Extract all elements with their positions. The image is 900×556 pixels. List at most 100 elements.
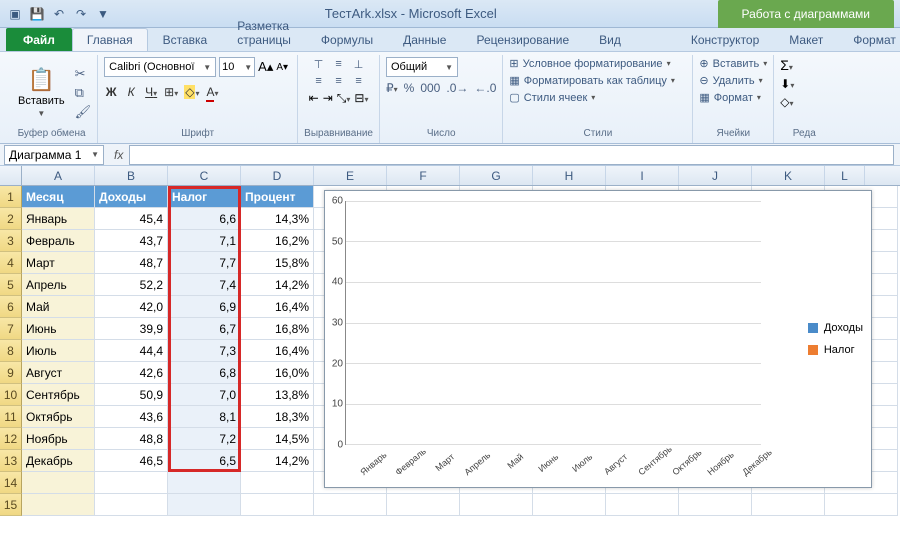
cell[interactable]: 43,6 (95, 406, 168, 428)
fx-icon[interactable]: fx (108, 148, 129, 162)
cell[interactable] (168, 472, 241, 494)
cell[interactable]: 16,0% (241, 362, 314, 384)
col-header[interactable]: A (22, 166, 95, 185)
cell[interactable]: 7,2 (168, 428, 241, 450)
cell[interactable] (95, 472, 168, 494)
col-header[interactable]: D (241, 166, 314, 185)
cell[interactable]: 7,0 (168, 384, 241, 406)
row-header[interactable]: 4 (0, 252, 22, 274)
tab-chart-design[interactable]: Конструктор (676, 28, 774, 51)
embedded-chart[interactable]: ЯнварьФевральМартАпрельМайИюньИюльАвгуст… (324, 190, 872, 488)
cell[interactable]: 16,4% (241, 340, 314, 362)
cell[interactable]: 15,8% (241, 252, 314, 274)
clear-icon[interactable]: ◇▾ (780, 95, 793, 109)
cell[interactable]: 42,6 (95, 362, 168, 384)
row-header[interactable]: 10 (0, 384, 22, 406)
underline-button[interactable]: Ч▾ (144, 85, 158, 99)
tab-view[interactable]: Вид (584, 28, 636, 51)
cut-icon[interactable]: ✂ (75, 66, 92, 82)
row-header[interactable]: 7 (0, 318, 22, 340)
cell[interactable]: 52,2 (95, 274, 168, 296)
save-icon[interactable]: 💾 (28, 5, 46, 23)
cell[interactable]: Август (22, 362, 95, 384)
cell[interactable]: 18,3% (241, 406, 314, 428)
cell[interactable]: 7,4 (168, 274, 241, 296)
cell[interactable]: 45,4 (95, 208, 168, 230)
cell[interactable]: 14,2% (241, 274, 314, 296)
cell[interactable]: Доходы (95, 186, 168, 208)
row-header[interactable]: 3 (0, 230, 22, 252)
cell[interactable]: Январь (22, 208, 95, 230)
cell[interactable]: 44,4 (95, 340, 168, 362)
comma-icon[interactable]: 000 (420, 81, 440, 95)
cell[interactable]: 50,9 (95, 384, 168, 406)
align-center-icon[interactable]: ≡ (330, 74, 348, 88)
row-header[interactable]: 8 (0, 340, 22, 362)
increase-indent-icon[interactable]: ⇥ (323, 91, 333, 106)
tab-file[interactable]: Файл (6, 28, 72, 51)
tab-review[interactable]: Рецензирование (461, 28, 584, 51)
increase-font-icon[interactable]: A▴ (258, 59, 273, 75)
cell[interactable]: 48,8 (95, 428, 168, 450)
tab-page-layout[interactable]: Разметка страницы (222, 14, 306, 51)
format-cells-button[interactable]: ▦Формат▾ (699, 91, 761, 104)
insert-cells-button[interactable]: ⊕Вставить▾ (699, 57, 767, 70)
tab-chart-format[interactable]: Формат (838, 28, 900, 51)
border-button[interactable]: ⊞▾ (164, 85, 178, 99)
font-name-selector[interactable]: Calibri (Основної▼ (104, 57, 216, 77)
cell[interactable]: 6,7 (168, 318, 241, 340)
col-header[interactable]: E (314, 166, 387, 185)
row-header[interactable]: 2 (0, 208, 22, 230)
cell[interactable] (22, 472, 95, 494)
cell[interactable]: 16,4% (241, 296, 314, 318)
row-header[interactable]: 9 (0, 362, 22, 384)
tab-insert[interactable]: Вставка (148, 28, 223, 51)
increase-decimal-icon[interactable]: .0→ (446, 81, 468, 95)
qat-dropdown-icon[interactable]: ▼ (94, 5, 112, 23)
copy-icon[interactable]: ⧉ (75, 85, 92, 101)
font-color-button[interactable]: A▾ (205, 85, 219, 99)
cell[interactable]: 16,2% (241, 230, 314, 252)
cell[interactable]: 6,6 (168, 208, 241, 230)
cell[interactable] (22, 494, 95, 516)
decrease-indent-icon[interactable]: ⇤ (309, 91, 319, 106)
tab-chart-layout[interactable]: Макет (774, 28, 838, 51)
row-header[interactable]: 12 (0, 428, 22, 450)
row-header[interactable]: 13 (0, 450, 22, 472)
align-left-icon[interactable]: ≡ (310, 74, 328, 88)
tab-formulas[interactable]: Формулы (306, 28, 388, 51)
cell[interactable]: 14,2% (241, 450, 314, 472)
cell[interactable]: Апрель (22, 274, 95, 296)
col-header[interactable]: C (168, 166, 241, 185)
select-all-box[interactable] (0, 166, 22, 185)
font-size-selector[interactable]: 10▼ (219, 57, 255, 77)
cell[interactable]: 6,8 (168, 362, 241, 384)
paste-dropdown-icon[interactable]: ▼ (37, 109, 45, 118)
orientation-icon[interactable]: ⤡▾ (337, 91, 351, 106)
col-header[interactable]: F (387, 166, 460, 185)
cell[interactable]: Октябрь (22, 406, 95, 428)
redo-icon[interactable]: ↷ (72, 5, 90, 23)
cell[interactable]: Месяц (22, 186, 95, 208)
fill-color-button[interactable]: ◇▾ (184, 85, 199, 99)
row-header[interactable]: 6 (0, 296, 22, 318)
row-header[interactable]: 1 (0, 186, 22, 208)
align-right-icon[interactable]: ≡ (350, 74, 368, 88)
col-header[interactable]: B (95, 166, 168, 185)
cell[interactable]: Декабрь (22, 450, 95, 472)
align-top-icon[interactable]: ⊤ (310, 57, 328, 72)
decrease-decimal-icon[interactable]: ←.0 (474, 81, 496, 95)
format-painter-icon[interactable]: 🖌 (75, 104, 92, 120)
col-header[interactable]: H (533, 166, 606, 185)
table-row[interactable]: 15 (0, 494, 900, 516)
cell[interactable]: Сентябрь (22, 384, 95, 406)
cell[interactable]: Февраль (22, 230, 95, 252)
italic-button[interactable]: К (124, 85, 138, 99)
cell[interactable]: 13,8% (241, 384, 314, 406)
cell[interactable] (314, 494, 387, 516)
col-header[interactable]: K (752, 166, 825, 185)
delete-cells-button[interactable]: ⊖Удалить▾ (699, 74, 762, 87)
fill-icon[interactable]: ⬇▾ (780, 77, 794, 91)
paste-button[interactable]: 📋 Вставить ▼ (12, 63, 71, 122)
cell[interactable]: 16,8% (241, 318, 314, 340)
